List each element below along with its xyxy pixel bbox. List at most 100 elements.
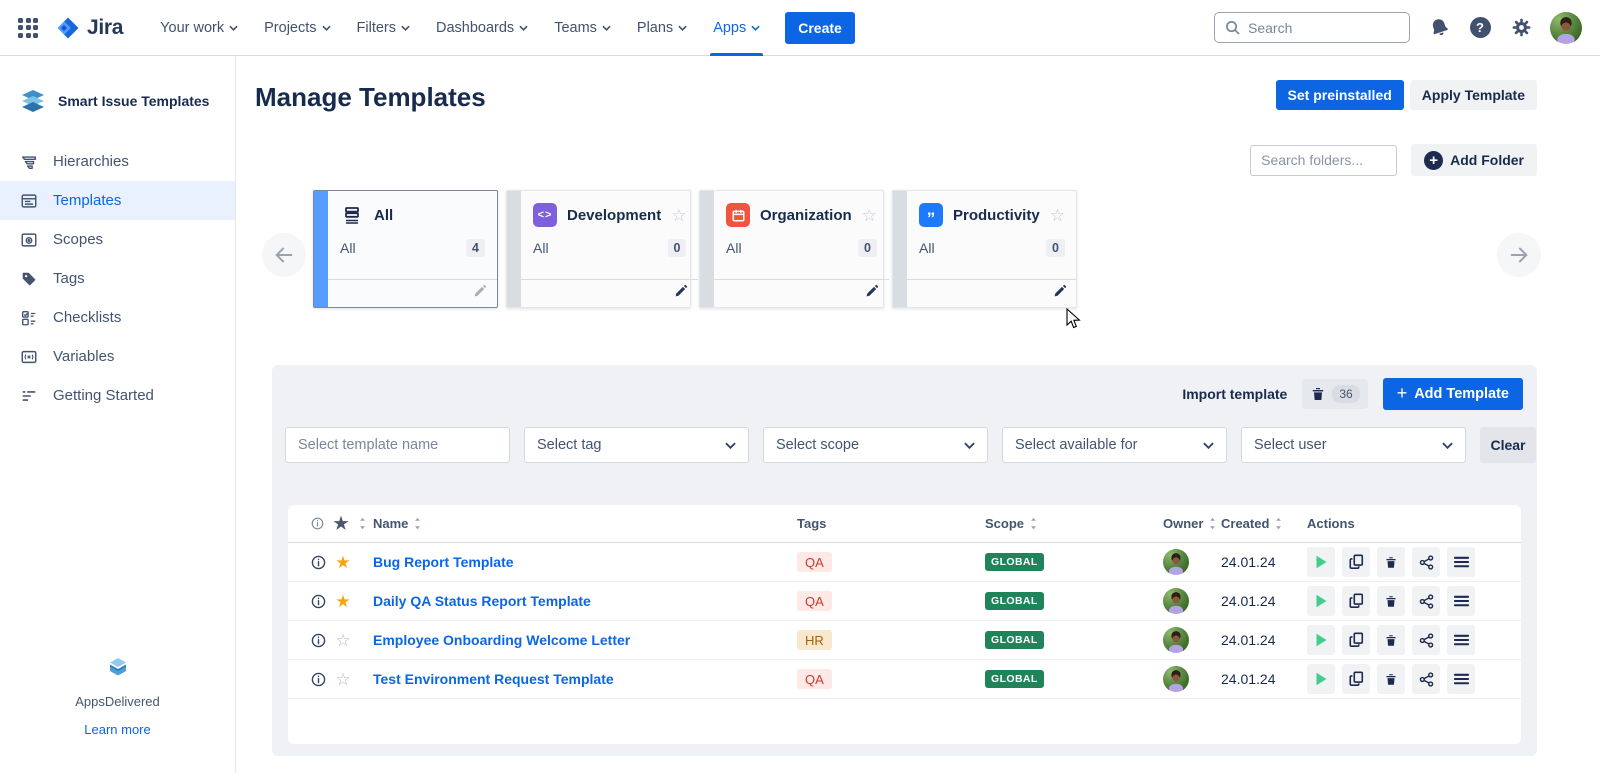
apply-template-button[interactable]: Apply Template [1410,80,1537,110]
sort-icon[interactable] [1274,517,1283,530]
nav-apps[interactable]: Apps [700,0,773,56]
share-template-button[interactable] [1412,586,1440,616]
folder-card-organization[interactable]: Organization ☆ All 0 [699,190,884,308]
column-scope[interactable]: Scope [985,516,1024,531]
set-preinstalled-button[interactable]: Set preinstalled [1276,80,1404,110]
app-switcher-icon[interactable] [18,18,38,38]
run-template-button[interactable] [1307,547,1335,577]
delete-template-button[interactable] [1377,664,1405,694]
settings-gear-icon[interactable] [1509,16,1533,40]
sidebar-item-hierarchies[interactable]: Hierarchies [0,142,235,181]
sort-icon[interactable] [1208,517,1217,530]
run-template-button[interactable] [1307,664,1335,694]
search-folders-input[interactable] [1250,145,1397,176]
edit-pencil-icon[interactable] [673,284,688,304]
owner-avatar[interactable] [1163,549,1189,575]
learn-more-link[interactable]: Learn more [0,722,235,737]
nav-projects[interactable]: Projects [251,0,343,56]
copy-template-button[interactable] [1342,586,1370,616]
folder-card-productivity[interactable]: ” Productivity ☆ All 0 [892,190,1077,308]
sort-icon[interactable] [1029,517,1038,530]
clear-filters-button[interactable]: Clear [1480,427,1536,463]
star-outline-icon[interactable]: ☆ [671,207,686,224]
add-folder-button[interactable]: + Add Folder [1411,144,1537,176]
star-outline-icon[interactable]: ☆ [1050,207,1065,224]
star-icon[interactable]: ☆ [334,671,352,688]
column-owner[interactable]: Owner [1163,516,1203,531]
arrow-left-icon [273,244,295,266]
copy-template-button[interactable] [1342,547,1370,577]
create-button[interactable]: Create [785,12,855,44]
star-icon[interactable]: ☆ [334,632,352,649]
sidebar-item-variables[interactable]: Variables [0,337,235,376]
template-name-link[interactable]: Employee Onboarding Welcome Letter [373,632,630,648]
add-template-label: Add Template [1414,386,1509,402]
copy-template-button[interactable] [1342,664,1370,694]
edit-pencil-icon[interactable] [472,284,487,304]
edit-pencil-icon[interactable] [1052,284,1067,304]
filter-template-name-input[interactable] [285,427,510,463]
star-outline-icon[interactable]: ☆ [862,207,877,224]
run-template-button[interactable] [1307,625,1335,655]
sidebar-item-scopes[interactable]: Scopes [0,220,235,259]
star-icon[interactable]: ★ [334,554,352,571]
share-template-button[interactable] [1412,625,1440,655]
more-menu-button[interactable] [1447,547,1475,577]
edit-pencil-icon[interactable] [864,284,879,304]
global-search-input[interactable] [1248,20,1388,36]
delete-template-button[interactable] [1377,625,1405,655]
owner-avatar[interactable] [1163,666,1189,692]
folder-card-all[interactable]: All All 4 [313,190,498,308]
sidebar-item-tags[interactable]: Tags [0,259,235,298]
trash-bin-button[interactable]: 36 [1302,379,1367,409]
filter-tag-select[interactable]: Select tag [524,427,749,463]
import-template-link[interactable]: Import template [1182,386,1287,402]
delete-template-button[interactable] [1377,547,1405,577]
carousel-next-button[interactable] [1497,233,1541,277]
nav-filters[interactable]: Filters [344,0,423,56]
folder-card-development[interactable]: <> Development ☆ All 0 [506,190,691,308]
notifications-bell-icon[interactable] [1427,16,1451,40]
add-template-button[interactable]: + Add Template [1383,378,1523,410]
help-icon[interactable]: ? [1468,16,1492,40]
owner-avatar[interactable] [1163,588,1189,614]
info-icon[interactable] [311,594,326,609]
template-name-link[interactable]: Test Environment Request Template [373,671,614,687]
delete-template-button[interactable] [1377,586,1405,616]
nav-plans[interactable]: Plans [624,0,700,56]
owner-avatar[interactable] [1163,627,1189,653]
star-column-icon[interactable]: ★ [332,515,350,532]
sidebar-item-getting-started[interactable]: Getting Started [0,376,235,415]
carousel-prev-button[interactable] [262,233,306,277]
filter-user-select[interactable]: Select user [1241,427,1466,463]
column-created[interactable]: Created [1221,516,1269,531]
filter-available-for-select[interactable]: Select available for [1002,427,1227,463]
share-template-button[interactable] [1412,664,1440,694]
share-template-button[interactable] [1412,547,1440,577]
more-menu-button[interactable] [1447,586,1475,616]
filter-scope-select[interactable]: Select scope [763,427,988,463]
info-icon[interactable] [311,555,326,570]
user-avatar[interactable] [1550,12,1582,44]
nav-teams[interactable]: Teams [541,0,624,56]
global-search[interactable] [1214,12,1410,43]
jira-logo[interactable]: Jira [56,16,123,40]
column-name[interactable]: Name [373,516,408,531]
star-icon[interactable]: ★ [334,593,352,610]
more-menu-button[interactable] [1447,664,1475,694]
sidebar-item-checklists[interactable]: Checklists [0,298,235,337]
nav-dashboards[interactable]: Dashboards [423,0,541,56]
nav-your-work[interactable]: Your work [147,0,251,56]
sort-icon[interactable] [413,517,422,530]
info-icon[interactable] [311,633,326,648]
sidebar-item-templates[interactable]: Templates [0,181,235,220]
folder-name: Organization [760,207,852,224]
template-name-link[interactable]: Daily QA Status Report Template [373,593,591,609]
info-icon[interactable] [311,672,326,687]
copy-template-button[interactable] [1342,625,1370,655]
appsdelivered-label: AppsDelivered [0,694,235,709]
more-menu-button[interactable] [1447,625,1475,655]
sort-icon[interactable] [358,517,367,530]
template-name-link[interactable]: Bug Report Template [373,554,514,570]
run-template-button[interactable] [1307,586,1335,616]
